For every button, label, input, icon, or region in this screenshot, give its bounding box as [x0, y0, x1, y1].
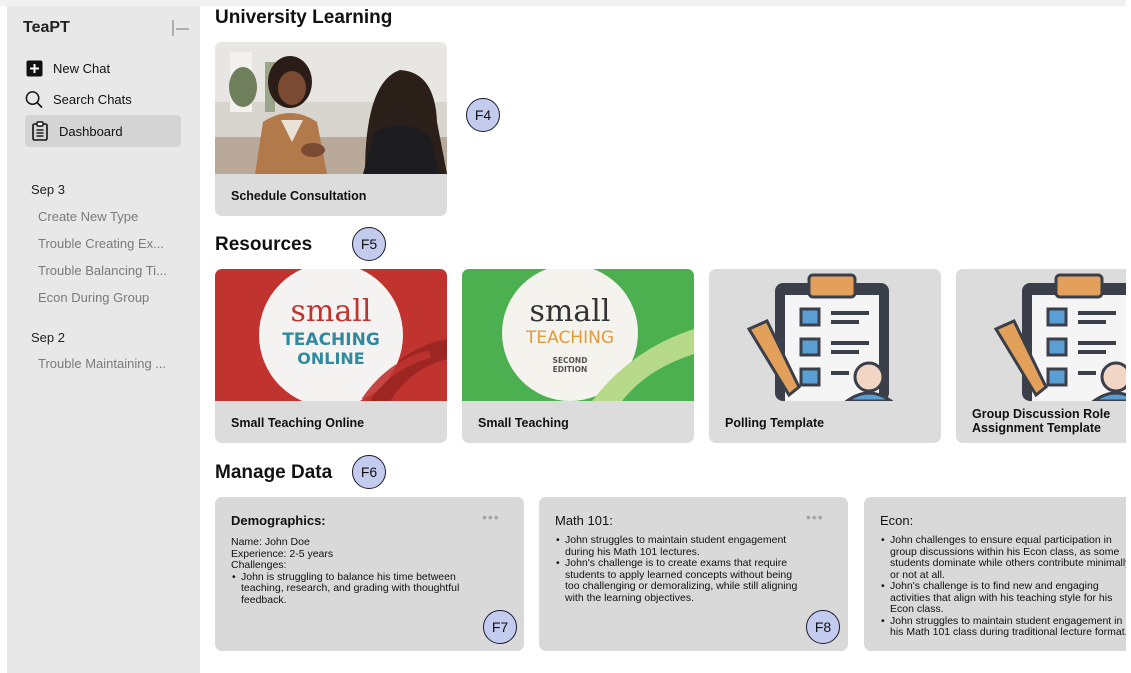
f8-badge: F8	[806, 610, 840, 644]
resource-card-group-discussion[interactable]: Group Discussion Role Assignment Templat…	[956, 269, 1131, 443]
data-card-title: Demographics:	[231, 513, 326, 528]
data-card-title: Econ:	[880, 513, 914, 528]
resource-card-label: Small Teaching Online	[231, 416, 365, 430]
challenges-label: Challenges:	[231, 559, 287, 571]
schedule-consultation-card[interactable]: Schedule Consultation	[215, 42, 447, 216]
data-card-title: Math 101:	[555, 513, 613, 528]
plus-square-icon	[25, 59, 43, 77]
viewport-edge	[1126, 0, 1131, 673]
clipboard-checklist-icon	[956, 269, 1131, 403]
data-card-body: John challenges to ensure equal particip…	[880, 534, 1130, 639]
schedule-consultation-label: Schedule Consultation	[231, 189, 367, 203]
history-date-sep3: Sep 3	[31, 182, 65, 197]
section-title-university-learning: University Learning	[215, 7, 393, 28]
name-line: Name: John Doe	[231, 536, 310, 548]
cover-word-teaching: TEACHING	[525, 328, 614, 348]
clipboard-checklist-icon	[709, 269, 941, 403]
small-teaching-cover: small TEACHING SECOND EDITION	[462, 269, 694, 401]
resource-card-label: Small Teaching	[478, 416, 569, 430]
cover-word-teaching: TEACHING	[282, 330, 380, 350]
search-chats-button[interactable]: Search Chats	[25, 84, 132, 114]
history-item[interactable]: Create New Type	[38, 209, 138, 224]
collapse-sidebar-icon[interactable]	[170, 18, 190, 38]
resource-card-small-teaching-online[interactable]: small TEACHING ONLINE Small Teaching Onl…	[215, 269, 447, 443]
clipboard-icon	[31, 121, 49, 141]
bullet-item: John's challenge is to create exams that…	[556, 557, 797, 604]
sidebar: TeaPT New Chat Search Chats Dashboard Se…	[7, 6, 200, 673]
data-card-math-101[interactable]: ••• Math 101: John struggles to maintain…	[539, 497, 848, 651]
new-chat-button[interactable]: New Chat	[25, 53, 110, 83]
search-icon	[25, 90, 43, 108]
data-card-body: Name: John Doe Experience: 2-5 years Cha…	[231, 536, 459, 607]
bullet-item: John struggles to maintain student engag…	[881, 615, 1130, 639]
data-card-body: John struggles to maintain student engag…	[555, 534, 797, 604]
cover-word-second: SECOND	[553, 356, 588, 365]
history-item[interactable]: Trouble Balancing Ti...	[38, 263, 167, 278]
section-title-resources: Resources	[215, 234, 313, 255]
history-date-sep2: Sep 2	[31, 330, 65, 345]
f5-badge: F5	[352, 227, 386, 261]
dashboard-label: Dashboard	[59, 123, 123, 139]
bullet-item: John's challenge is to find new and enga…	[881, 580, 1130, 616]
data-card-demographics[interactable]: ••• Demographics: Name: John Doe Experie…	[215, 497, 524, 651]
section-title-manage-data: Manage Data	[215, 462, 333, 483]
consultation-photo	[215, 42, 447, 174]
data-card-econ[interactable]: Econ: John challenges to ensure equal pa…	[864, 497, 1131, 651]
more-options-icon[interactable]: •••	[482, 509, 500, 525]
bullet-item: John challenges to ensure equal particip…	[881, 534, 1130, 581]
cover-word-small: small	[530, 294, 611, 329]
dashboard-button[interactable]: Dashboard	[25, 115, 181, 147]
more-options-icon[interactable]: •••	[806, 509, 824, 525]
new-chat-label: New Chat	[53, 60, 111, 76]
f6-badge: F6	[352, 455, 386, 489]
resource-card-label: Group Discussion Role Assignment Templat…	[972, 407, 1111, 435]
resource-card-label: Polling Template	[725, 416, 825, 430]
cover-word-small: small	[291, 294, 372, 329]
history-item[interactable]: Econ During Group	[38, 290, 149, 305]
small-teaching-online-cover: small TEACHING ONLINE	[215, 269, 447, 407]
resource-card-small-teaching[interactable]: small TEACHING SECOND EDITION Small Teac…	[462, 269, 694, 443]
bullet-item: John is struggling to balance his time b…	[232, 571, 459, 607]
cover-word-online: ONLINE	[297, 349, 364, 368]
history-item[interactable]: Trouble Maintaining ...	[38, 356, 166, 371]
f4-badge: F4	[466, 98, 500, 132]
f7-badge: F7	[483, 610, 517, 644]
cover-word-edition: EDITION	[553, 365, 588, 374]
search-chats-label: Search Chats	[53, 91, 132, 107]
history-item[interactable]: Trouble Creating Ex...	[38, 236, 164, 251]
resource-card-polling-template[interactable]: Polling Template	[709, 269, 941, 443]
app-title: TeaPT	[23, 19, 70, 36]
bullet-item: John struggles to maintain student engag…	[556, 534, 797, 558]
